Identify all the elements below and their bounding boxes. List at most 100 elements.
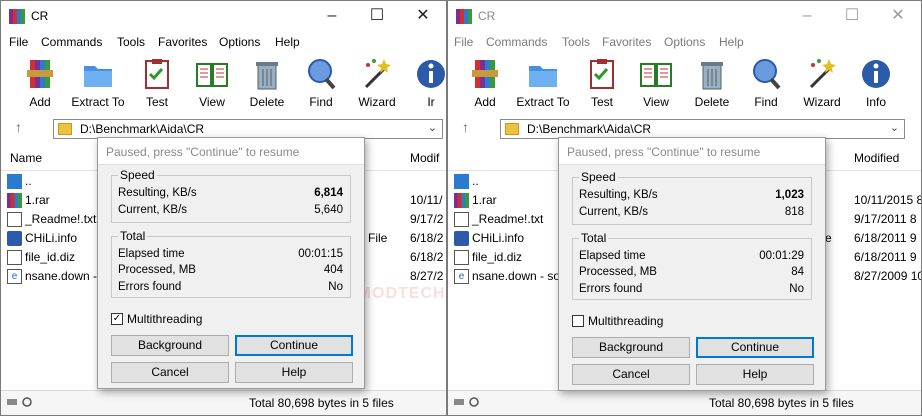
resulting-row: Resulting, KB/s 6,814 bbox=[118, 187, 343, 203]
errors-label: Errors found bbox=[118, 281, 182, 293]
menu-commands[interactable]: Commands bbox=[486, 35, 547, 49]
dialog-title-bar: Paused, press "Continue" to resume bbox=[559, 138, 825, 165]
minimize-button[interactable]: – bbox=[784, 1, 830, 31]
info-file-icon bbox=[454, 231, 469, 246]
current-value: 5,640 bbox=[314, 204, 343, 216]
left-winrar-window: CR – ☐ ✕ File Commands Tools Favorites O… bbox=[0, 0, 447, 416]
magnifier-icon bbox=[753, 59, 781, 90]
add-archive-icon bbox=[27, 60, 53, 88]
continue-button[interactable]: Continue bbox=[235, 335, 353, 356]
help-button[interactable]: Help bbox=[696, 364, 814, 385]
column-modified[interactable]: Modif bbox=[410, 151, 439, 165]
cancel-button[interactable]: Cancel bbox=[572, 364, 690, 385]
path-field[interactable]: D:\Benchmark\Aida\CR ⌄ bbox=[500, 119, 905, 139]
file-name: .. bbox=[472, 174, 479, 188]
continue-button[interactable]: Continue bbox=[696, 337, 814, 358]
drive-key-icon bbox=[454, 397, 479, 407]
menu-tools[interactable]: Tools bbox=[562, 35, 590, 49]
column-name[interactable]: Name bbox=[10, 151, 42, 165]
menu-file[interactable]: File bbox=[454, 35, 473, 49]
column-modified[interactable]: Modified bbox=[854, 151, 899, 165]
current-row: Current, KB/s 5,640 bbox=[118, 204, 343, 220]
errors-row: Errors found No bbox=[118, 281, 343, 297]
extract-folder-icon bbox=[529, 66, 557, 87]
file-name: file_id.diz bbox=[25, 250, 76, 264]
dialog-title-bar: Paused, press "Continue" to resume bbox=[98, 138, 364, 165]
resulting-row: Resulting, KB/s 1,023 bbox=[579, 189, 804, 205]
elapsed-value: 00:01:29 bbox=[759, 250, 804, 262]
elapsed-label: Elapsed time bbox=[579, 250, 646, 262]
minimize-button[interactable]: – bbox=[309, 1, 355, 31]
up-arrow-icon[interactable]: ↑ bbox=[15, 119, 22, 135]
multithreading-label: Multithreading bbox=[127, 312, 203, 326]
cancel-button[interactable]: Cancel bbox=[111, 362, 229, 383]
menu-commands[interactable]: Commands bbox=[41, 35, 102, 49]
file-name: CHiLi.info bbox=[25, 231, 78, 245]
file-name: 1.rar bbox=[472, 193, 497, 207]
speed-group: Speed Resulting, KB/s 6,814 Current, KB/… bbox=[111, 168, 351, 223]
help-button[interactable]: Help bbox=[235, 362, 353, 383]
menu-help[interactable]: Help bbox=[719, 35, 744, 49]
web-file-icon: e bbox=[7, 269, 22, 284]
current-label: Current, KB/s bbox=[118, 204, 188, 216]
errors-row: Errors found No bbox=[579, 283, 804, 299]
file-name: 1.rar bbox=[25, 193, 50, 207]
file-name: file_id.diz bbox=[472, 250, 523, 264]
window-title: CR bbox=[31, 9, 49, 23]
info-button[interactable]: Info bbox=[846, 57, 906, 113]
file-type-cell: File bbox=[368, 231, 388, 245]
total-group: Total Elapsed time 00:01:15 Processed, M… bbox=[111, 229, 351, 298]
menu-favorites[interactable]: Favorites bbox=[602, 35, 651, 49]
chevron-down-icon[interactable]: ⌄ bbox=[428, 121, 437, 134]
title-bar: CR – ☐ ✕ bbox=[448, 1, 921, 31]
tool-label: Ir bbox=[427, 95, 435, 109]
menu-options[interactable]: Options bbox=[219, 35, 260, 49]
file-modified-cell: 10/11/ bbox=[410, 193, 443, 207]
resulting-label: Resulting, KB/s bbox=[118, 187, 197, 199]
multithreading-checkbox[interactable] bbox=[572, 315, 584, 327]
info-file-icon bbox=[7, 231, 22, 246]
menu-bar: File Commands Tools Favorites Options He… bbox=[1, 32, 446, 51]
file-modified-cell: 6/18/2 bbox=[410, 250, 444, 264]
wizard-wand-icon bbox=[809, 59, 836, 89]
file-icon bbox=[7, 250, 22, 265]
winrar-icon bbox=[456, 9, 472, 24]
menu-help[interactable]: Help bbox=[275, 35, 300, 49]
window-title: CR bbox=[478, 9, 496, 23]
status-total: Total 80,698 bytes in 5 files bbox=[709, 396, 854, 410]
maximize-button[interactable]: ☐ bbox=[354, 1, 400, 31]
close-button[interactable]: ✕ bbox=[875, 1, 921, 31]
file-modified-cell: 9/17/2 bbox=[410, 212, 444, 226]
file-modified-cell: 6/18/2011 9 bbox=[854, 250, 917, 264]
file-modified-cell: 9/17/2011 8 bbox=[854, 212, 917, 226]
background-button[interactable]: Background bbox=[572, 337, 690, 358]
background-button[interactable]: Background bbox=[111, 335, 229, 356]
path-text: D:\Benchmark\Aida\CR bbox=[527, 122, 652, 136]
title-bar: CR – ☐ ✕ bbox=[1, 1, 446, 31]
resulting-value: 6,814 bbox=[314, 187, 343, 199]
errors-value: No bbox=[789, 283, 804, 295]
maximize-button[interactable]: ☐ bbox=[829, 1, 875, 31]
info-button[interactable]: Ir bbox=[401, 57, 446, 113]
resulting-value: 1,023 bbox=[775, 189, 804, 201]
multithreading-checkbox[interactable]: ✓ bbox=[111, 313, 123, 325]
up-arrow-icon[interactable]: ↑ bbox=[462, 119, 469, 135]
path-field[interactable]: D:\Benchmark\Aida\CR ⌄ bbox=[53, 119, 443, 139]
resulting-label: Resulting, KB/s bbox=[579, 189, 658, 201]
drive-key-icon bbox=[7, 397, 32, 407]
file-type-cell: e bbox=[825, 231, 832, 245]
folder-icon bbox=[58, 123, 72, 135]
close-button[interactable]: ✕ bbox=[400, 1, 446, 31]
chevron-down-icon[interactable]: ⌄ bbox=[890, 121, 899, 134]
status-bar: Total 80,698 bytes in 5 files bbox=[448, 390, 921, 415]
trash-icon bbox=[701, 62, 723, 90]
processed-label: Processed, MB bbox=[579, 266, 657, 278]
menu-favorites[interactable]: Favorites bbox=[158, 35, 207, 49]
file-modified-cell: 10/11/2015 8 bbox=[854, 193, 922, 207]
current-label: Current, KB/s bbox=[579, 206, 649, 218]
menu-tools[interactable]: Tools bbox=[117, 35, 145, 49]
rar-file-icon bbox=[7, 193, 22, 208]
file-icon bbox=[454, 250, 469, 265]
menu-file[interactable]: File bbox=[9, 35, 28, 49]
menu-options[interactable]: Options bbox=[664, 35, 705, 49]
